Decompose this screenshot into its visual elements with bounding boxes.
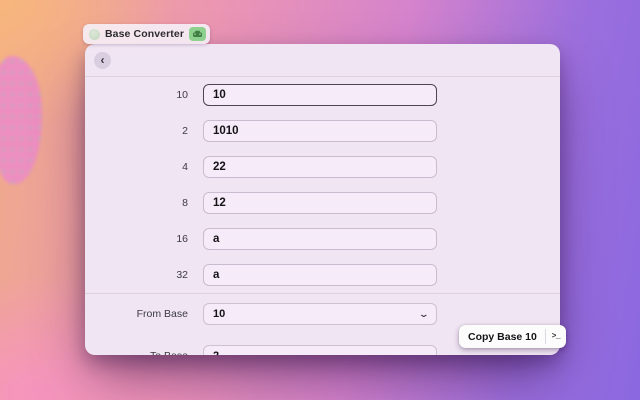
base-converter-window: ‹ 10 2 4 8 16 32 From Base <box>85 44 560 355</box>
base-label-2: 2 <box>182 125 188 137</box>
base-input-2[interactable] <box>203 120 437 142</box>
back-button[interactable]: ‹ <box>94 52 111 69</box>
base-row-10: 10 <box>85 77 560 113</box>
base-label-8: 8 <box>182 197 188 209</box>
copy-base10-button[interactable]: Copy Base 10 >_ <box>459 325 566 348</box>
base-row-16: 16 <box>85 221 560 257</box>
to-base-label: To Base <box>85 350 188 355</box>
chevron-down-icon: ⌄ <box>419 351 430 355</box>
base-input-16[interactable] <box>203 228 437 250</box>
base-input-32[interactable] <box>203 264 437 286</box>
base-label-4: 4 <box>182 161 188 173</box>
app-tab-base-converter[interactable]: Base Converter <box>83 24 211 44</box>
from-base-value: 10 <box>213 308 226 320</box>
from-base-select[interactable]: 10 ⌄ <box>203 303 437 325</box>
from-base-label: From Base <box>136 308 188 320</box>
base-input-4[interactable] <box>203 156 437 178</box>
base-input-8[interactable] <box>203 192 437 214</box>
base-label-10: 10 <box>176 89 188 101</box>
window-header: ‹ <box>85 44 560 77</box>
base-input-10[interactable] <box>203 84 437 106</box>
from-base-row: From Base 10 ⌄ <box>85 303 560 325</box>
chevron-down-icon: ⌄ <box>418 308 430 319</box>
base-rows: 10 2 4 8 16 32 <box>85 77 560 293</box>
wallpaper-blob-decoration <box>0 56 42 184</box>
base-label-32: 32 <box>176 269 188 281</box>
base-row-8: 8 <box>85 185 560 221</box>
to-base-value: 2 <box>213 350 219 355</box>
app-tab-title: Base Converter <box>105 28 185 40</box>
green-app-badge-icon <box>189 27 207 41</box>
terminal-shortcut-icon: >_ <box>551 332 561 341</box>
back-chevron-icon: ‹ <box>100 52 105 67</box>
copy-base10-label: Copy Base 10 <box>468 330 537 343</box>
base-label-16: 16 <box>176 233 188 245</box>
base-row-4: 4 <box>85 149 560 185</box>
to-base-select[interactable]: 2 ⌄ <box>203 345 437 355</box>
base-row-32: 32 <box>85 257 560 293</box>
base-row-2: 2 <box>85 113 560 149</box>
app-icon <box>89 28 100 40</box>
